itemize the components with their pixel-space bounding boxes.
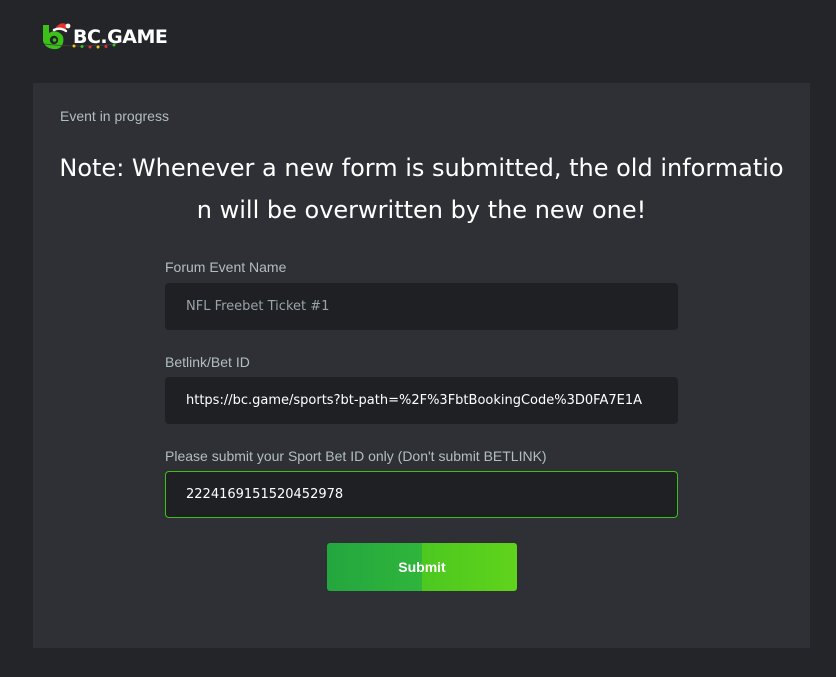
top-header: BC.GAME xyxy=(0,0,836,83)
overwrite-note: Note: Whenever a new form is submitted, … xyxy=(59,154,784,224)
event-status: Event in progress xyxy=(60,108,169,124)
event-name-label: Forum Event Name xyxy=(165,259,287,275)
christmas-lights-icon xyxy=(44,43,116,49)
betlink-label: Betlink/Bet ID xyxy=(165,354,250,370)
submit-button[interactable]: Submit xyxy=(327,543,517,591)
event-form-panel: Event in progress Note: Whenever a new f… xyxy=(33,83,810,648)
sport-bet-id-label: Please submit your Sport Bet ID only (Do… xyxy=(165,448,547,464)
sport-bet-id-field[interactable]: 2224169151520452978 xyxy=(165,471,678,518)
event-name-field[interactable]: NFL Freebet Ticket #1 xyxy=(165,283,678,330)
betlink-field[interactable]: https://bc.game/sports?bt-path=%2F%3FbtB… xyxy=(165,377,678,424)
